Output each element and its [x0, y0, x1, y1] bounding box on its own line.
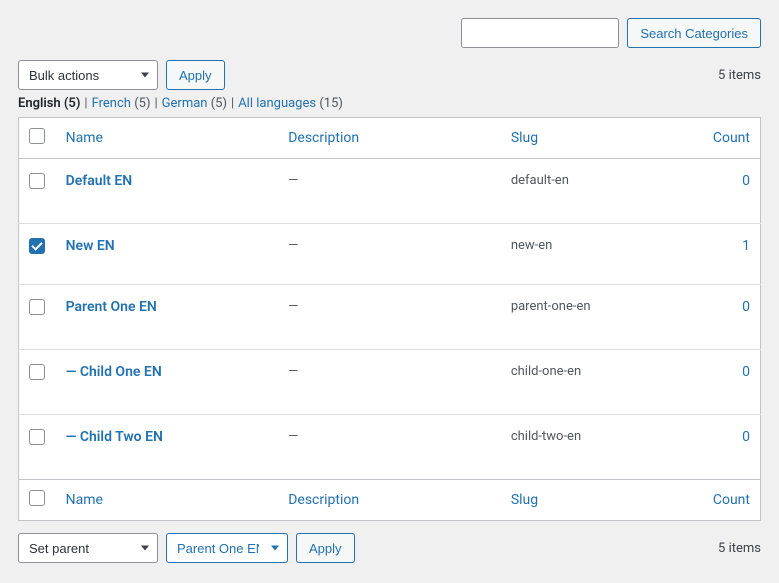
- lang-filter-link[interactable]: German: [162, 96, 208, 111]
- row-checkbox[interactable]: [29, 173, 45, 189]
- row-count-link[interactable]: 0: [742, 429, 750, 445]
- tablenav-top: Bulk actions Apply 5 items: [18, 60, 761, 90]
- bulk-apply-button[interactable]: Apply: [166, 60, 225, 90]
- column-description-footer[interactable]: Description: [288, 492, 359, 508]
- row-count-link[interactable]: 0: [742, 173, 750, 189]
- categories-table: Name Description Slug Count Default EN — d…: [18, 117, 761, 521]
- row-description: —: [288, 173, 298, 188]
- search-input[interactable]: [461, 18, 619, 48]
- lang-filter-count: (15): [319, 96, 343, 111]
- row-checkbox[interactable]: [29, 238, 45, 254]
- lang-filter-link[interactable]: French: [92, 96, 131, 111]
- items-count-bottom: 5 items: [718, 541, 761, 556]
- row-count-link[interactable]: 1: [742, 238, 750, 254]
- table-row: Default EN — default-en 0: [19, 159, 761, 224]
- bulk-actions: Bulk actions Apply: [18, 60, 225, 90]
- table-row: — Child Two EN — child-two-en 0: [19, 415, 761, 480]
- column-slug[interactable]: Slug: [511, 130, 538, 146]
- lang-filter-count: (5): [134, 96, 150, 111]
- table-row: Parent One EN — parent-one-en 0: [19, 285, 761, 350]
- row-slug: parent-one-en: [511, 299, 591, 314]
- row-count-link[interactable]: 0: [742, 364, 750, 380]
- row-slug: child-two-en: [511, 429, 581, 444]
- column-count-footer[interactable]: Count: [713, 492, 750, 508]
- column-name[interactable]: Name: [66, 130, 103, 146]
- lang-filter-active: English (5): [18, 96, 80, 111]
- row-count-link[interactable]: 0: [742, 299, 750, 315]
- select-all-checkbox[interactable]: [29, 128, 45, 144]
- row-title-link[interactable]: New EN: [66, 238, 115, 254]
- row-title-link[interactable]: Default EN: [66, 173, 133, 189]
- select-all-checkbox-footer[interactable]: [29, 490, 45, 506]
- column-name-footer[interactable]: Name: [66, 492, 103, 508]
- items-count-top: 5 items: [718, 68, 761, 83]
- row-description: —: [288, 299, 298, 314]
- table-row: — Child One EN — child-one-en 0: [19, 350, 761, 415]
- row-title-link[interactable]: Parent One EN: [66, 299, 157, 315]
- lang-filter-count: (5): [211, 96, 227, 111]
- row-slug: child-one-en: [511, 364, 581, 379]
- row-description: —: [288, 364, 298, 379]
- filter-separator: |: [231, 96, 234, 111]
- column-slug-footer[interactable]: Slug: [511, 492, 538, 508]
- search-categories-button[interactable]: Search Categories: [627, 18, 761, 48]
- column-count[interactable]: Count: [713, 130, 750, 146]
- lang-filter-link[interactable]: All languages: [238, 96, 316, 111]
- row-description: —: [288, 238, 298, 253]
- row-description: —: [288, 429, 298, 444]
- filter-separator: |: [154, 96, 157, 111]
- column-description[interactable]: Description: [288, 130, 359, 146]
- row-title-link[interactable]: — Child One EN: [66, 364, 162, 380]
- table-row: New EN — new-en 1: [19, 224, 761, 285]
- bulk-action-select[interactable]: Bulk actions: [18, 60, 158, 90]
- row-checkbox[interactable]: [29, 429, 45, 445]
- row-title-link[interactable]: — Child Two EN: [66, 429, 163, 445]
- row-checkbox[interactable]: [29, 364, 45, 380]
- row-slug: new-en: [511, 238, 553, 253]
- row-checkbox[interactable]: [29, 299, 45, 315]
- search-bar: Search Categories: [18, 18, 761, 48]
- language-filter: English (5) | French (5) | German (5) | All la…: [18, 96, 761, 111]
- filter-separator: |: [84, 96, 87, 111]
- row-slug: default-en: [511, 173, 569, 188]
